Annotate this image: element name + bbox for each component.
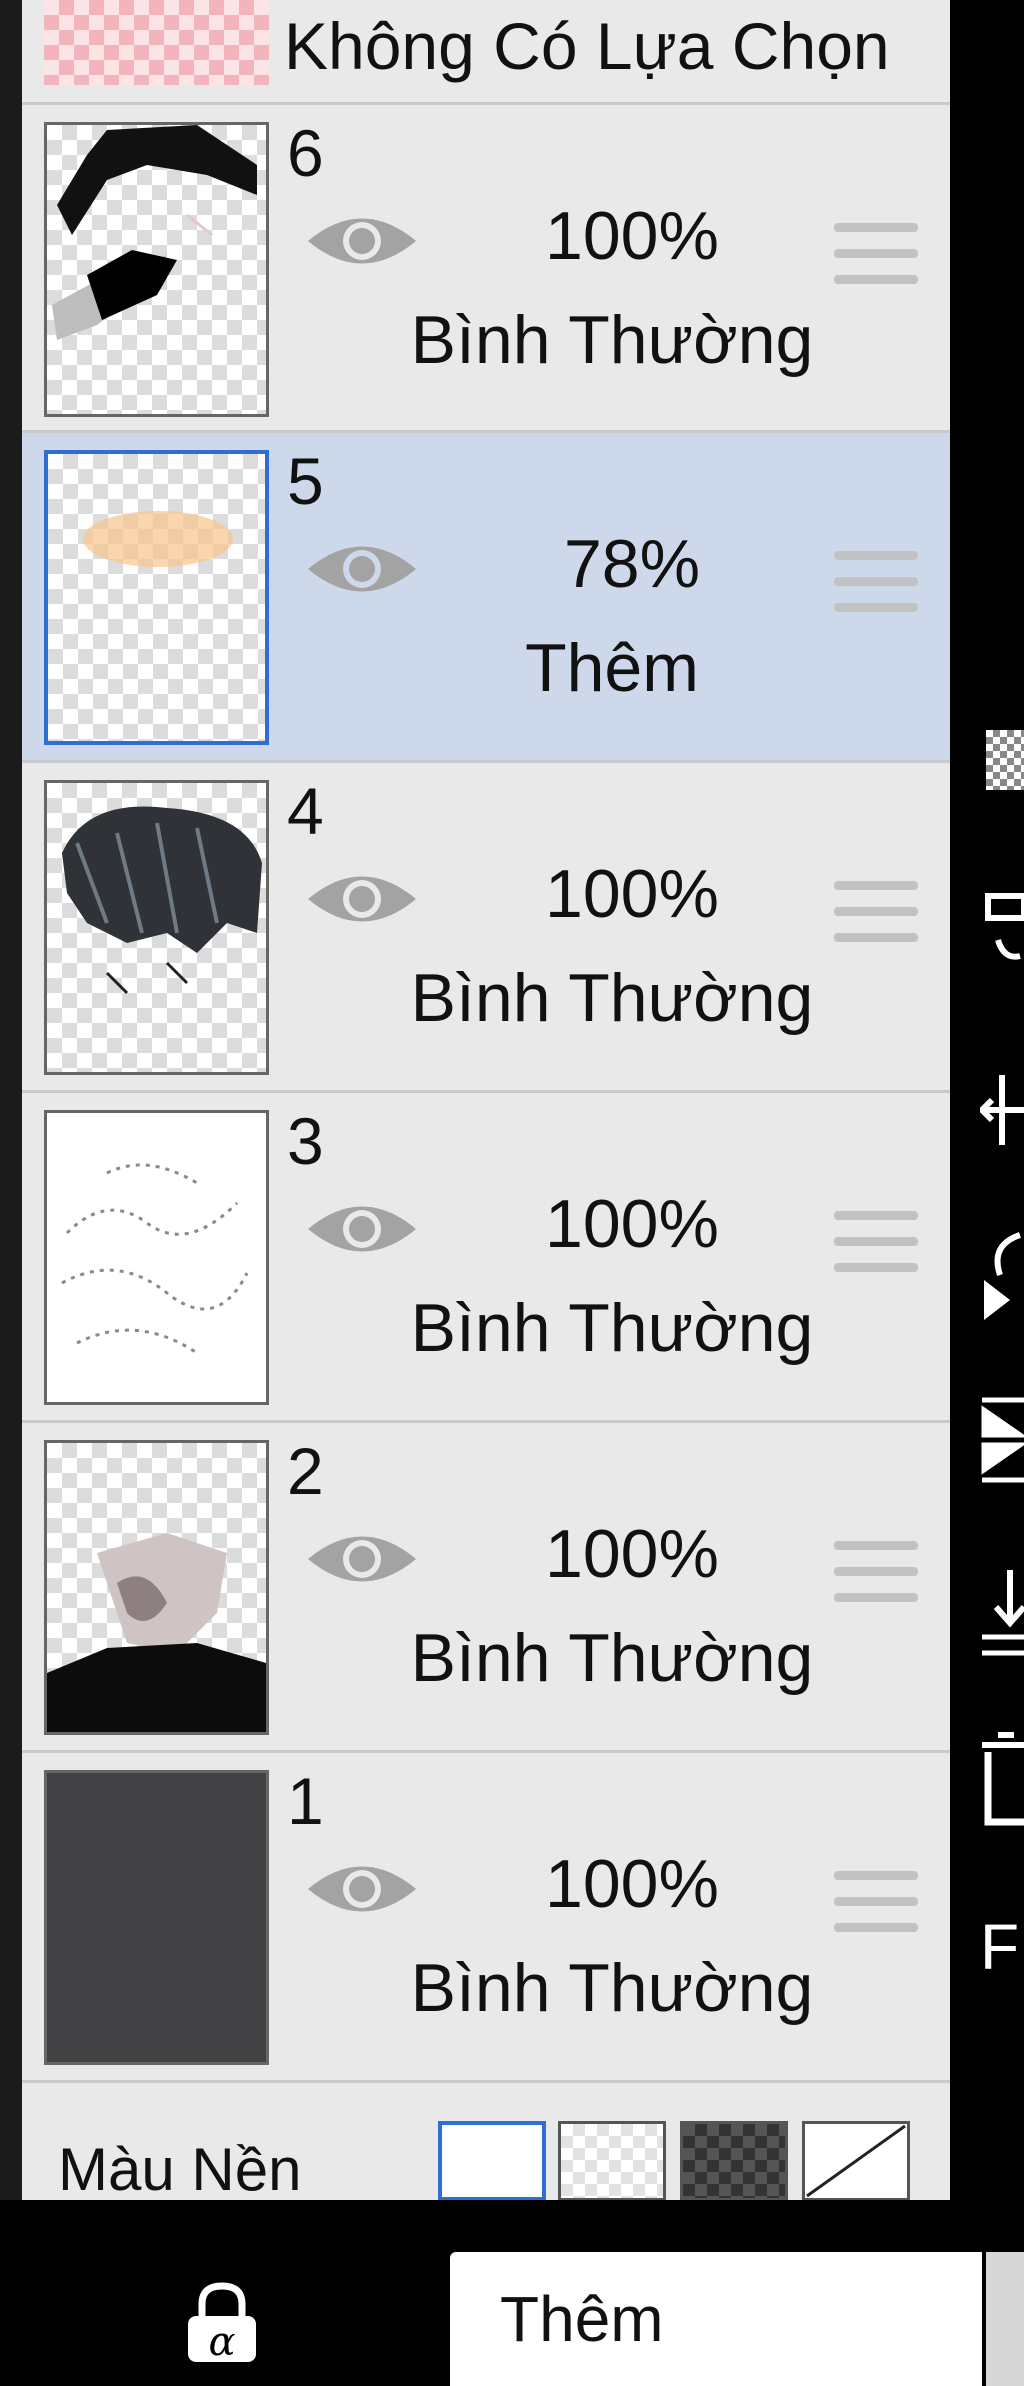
layer-blend-mode[interactable]: Bình Thường: [352, 301, 872, 379]
layer-row-1[interactable]: 1 100% Bình Thường: [22, 1753, 950, 2083]
merge-down-icon[interactable]: [980, 1565, 1024, 1665]
visibility-eye-icon[interactable]: [304, 1198, 420, 1260]
move-icon[interactable]: [980, 1070, 1024, 1150]
checker-icon[interactable]: [986, 730, 1024, 790]
blend-mode-value: Thêm: [500, 2283, 664, 2355]
layer-thumbnail: [44, 122, 269, 417]
layer-opacity[interactable]: 100%: [492, 1515, 772, 1593]
layer-row-5[interactable]: 5 78% Thêm: [22, 433, 950, 763]
layer-opacity[interactable]: 100%: [492, 197, 772, 275]
layer-row-3[interactable]: 3 100% Bình Thường: [22, 1093, 950, 1423]
visibility-eye-icon[interactable]: [304, 868, 420, 930]
layer-thumbnail: [44, 1440, 269, 1735]
drag-handle-icon[interactable]: [834, 551, 918, 629]
layer-number: 6: [287, 116, 324, 190]
selection-label: Không Có Lựa Chọn: [284, 9, 890, 83]
drag-handle-icon[interactable]: [834, 1541, 918, 1619]
layer-blend-mode[interactable]: Bình Thường: [352, 1289, 872, 1367]
trash-icon[interactable]: [980, 1730, 1024, 1830]
layer-opacity[interactable]: 100%: [492, 1845, 772, 1923]
background-color-label: Màu Nền: [58, 2136, 302, 2203]
layer-blend-mode[interactable]: Bình Thường: [352, 1949, 872, 2027]
layer-blend-mode[interactable]: Thêm: [352, 629, 872, 707]
layer-blend-mode[interactable]: Bình Thường: [352, 1619, 872, 1697]
visibility-eye-icon[interactable]: [304, 1528, 420, 1590]
more-menu-label[interactable]: F: [980, 1910, 1019, 1984]
blend-mode-select[interactable]: Thêm: [450, 2252, 982, 2386]
visibility-eye-icon[interactable]: [304, 1858, 420, 1920]
layer-opacity[interactable]: 78%: [492, 525, 772, 603]
layer-number: 4: [287, 774, 324, 848]
visibility-eye-icon[interactable]: [304, 210, 420, 272]
layer-number: 1: [287, 1764, 324, 1838]
layers-panel: Không Có Lựa Chọn 6 100% Bình Thường 5 7…: [22, 0, 950, 2203]
alpha-lock-icon[interactable]: α: [180, 2280, 264, 2364]
layer-row-4[interactable]: 4 100% Bình Thường: [22, 763, 950, 1093]
drag-handle-icon[interactable]: [834, 1211, 918, 1289]
right-toolbar: F: [950, 0, 1024, 2200]
layer-number: 5: [287, 444, 324, 518]
layer-thumbnail: [44, 1110, 269, 1405]
layer-number: 2: [287, 1434, 324, 1508]
layer-thumbnail: [44, 1770, 269, 2065]
layer-row-2[interactable]: 2 100% Bình Thường: [22, 1423, 950, 1753]
rotate-icon[interactable]: [980, 1225, 1024, 1325]
blend-mode-dropdown-edge[interactable]: [986, 2252, 1024, 2386]
layer-thumbnail: [44, 450, 269, 745]
selection-layer-row[interactable]: Không Có Lựa Chọn: [22, 0, 950, 105]
background-dark-checker-swatch[interactable]: [680, 2121, 788, 2201]
canvas-edge: [0, 0, 22, 2200]
background-color-row: Màu Nền: [22, 2085, 950, 2203]
flip-icon[interactable]: [980, 1395, 1024, 1485]
merge-icon[interactable]: [984, 890, 1024, 970]
layer-row-6[interactable]: 6 100% Bình Thường: [22, 105, 950, 433]
drag-handle-icon[interactable]: [834, 1871, 918, 1949]
layer-thumbnail: [44, 780, 269, 1075]
selection-thumbnail: [44, 0, 269, 85]
layer-blend-mode[interactable]: Bình Thường: [352, 959, 872, 1037]
background-white-swatch[interactable]: [438, 2121, 546, 2201]
layer-number: 3: [287, 1104, 324, 1178]
background-light-checker-swatch[interactable]: [558, 2121, 666, 2201]
layer-opacity[interactable]: 100%: [492, 1185, 772, 1263]
svg-text:α: α: [208, 2319, 235, 2364]
visibility-eye-icon[interactable]: [304, 538, 420, 600]
drag-handle-icon[interactable]: [834, 223, 918, 301]
drag-handle-icon[interactable]: [834, 881, 918, 959]
background-none-swatch[interactable]: [802, 2121, 910, 2201]
layer-opacity[interactable]: 100%: [492, 855, 772, 933]
